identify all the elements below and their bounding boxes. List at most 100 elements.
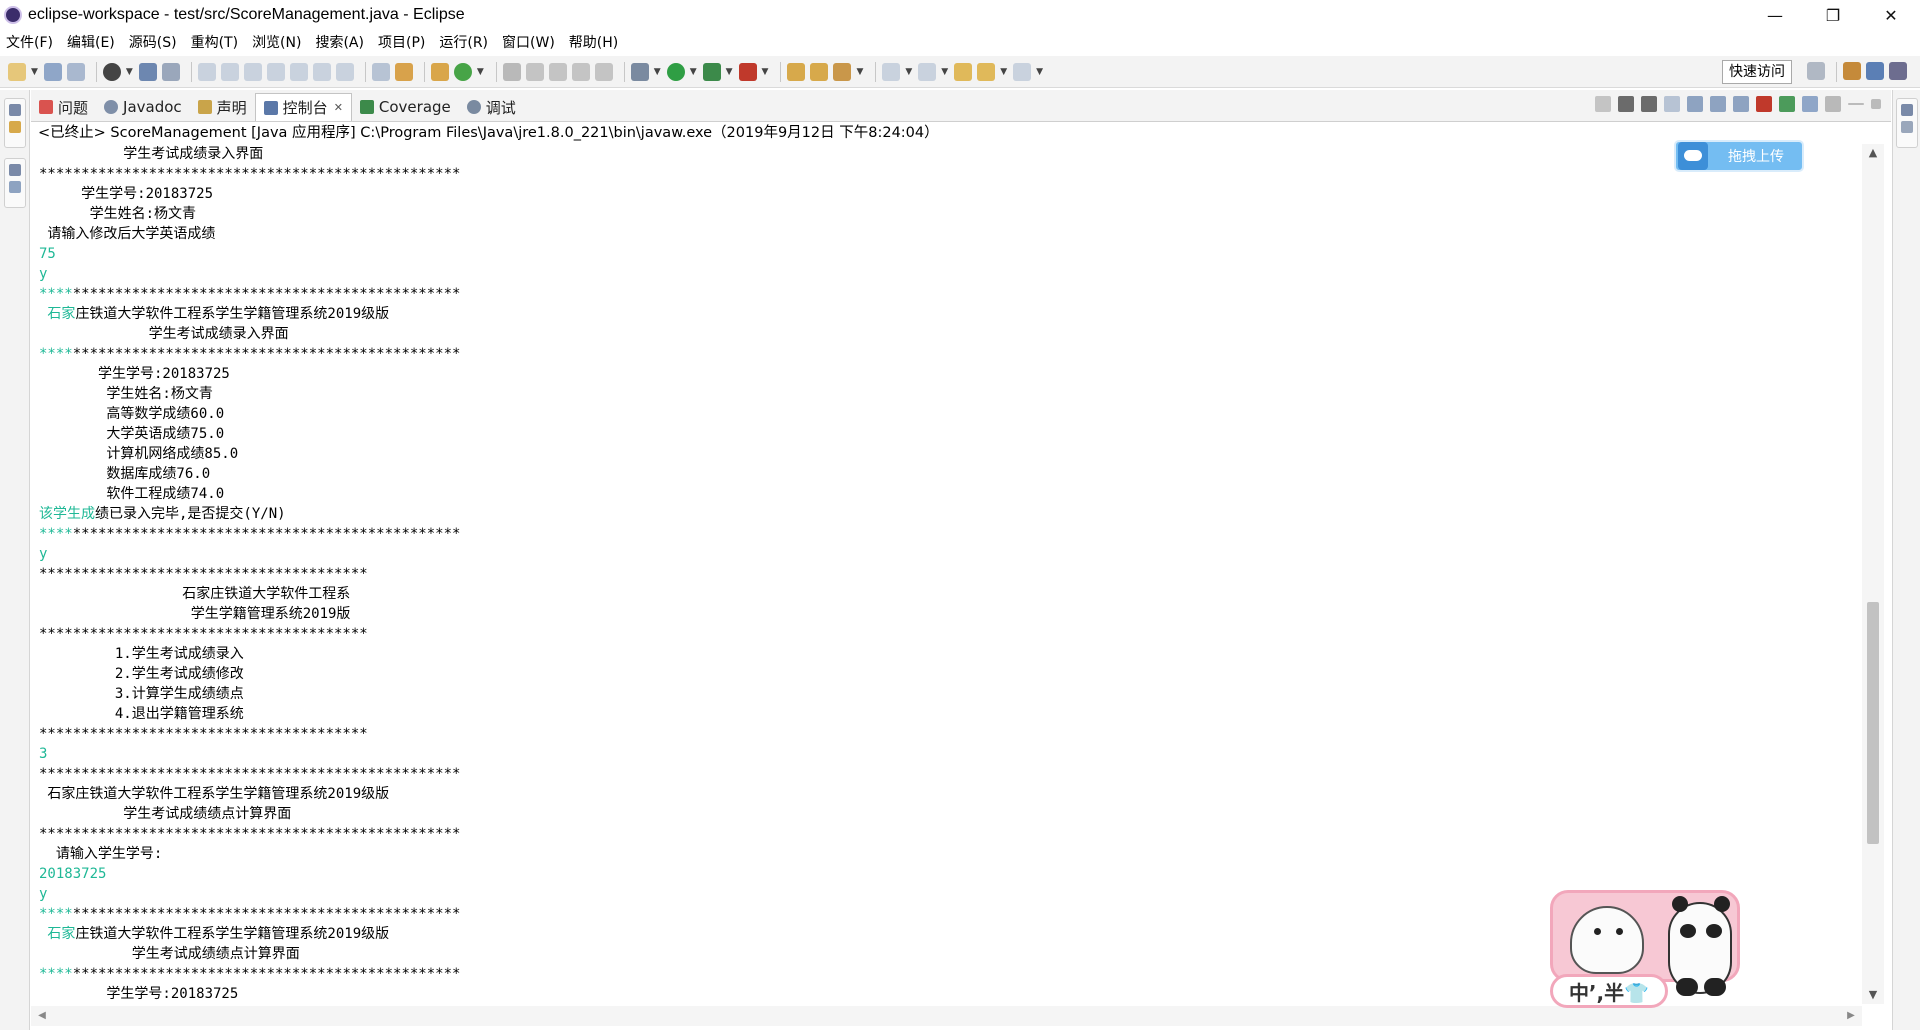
scroll-thumb[interactable] xyxy=(1867,602,1879,844)
menu-window[interactable]: 窗口(W) xyxy=(502,32,555,52)
menu-help[interactable]: 帮助(H) xyxy=(569,32,618,52)
external-tools-icon[interactable] xyxy=(738,62,757,81)
back-icon[interactable] xyxy=(977,62,996,81)
tab-coverage[interactable]: Coverage xyxy=(352,93,459,121)
tab-console[interactable]: 控制台 ✕ xyxy=(254,93,352,121)
scroll-right-icon[interactable]: ▶ xyxy=(1842,1006,1860,1026)
open-console-icon[interactable] xyxy=(1825,96,1841,112)
open-perspective-icon[interactable] xyxy=(1807,62,1825,80)
restore-icon[interactable] xyxy=(1901,104,1913,116)
step-over-icon[interactable] xyxy=(312,62,331,81)
minimized-stack[interactable] xyxy=(1896,98,1918,148)
step-return-icon[interactable] xyxy=(335,62,354,81)
drop-to-frame-icon[interactable] xyxy=(371,62,390,81)
terminate-icon[interactable] xyxy=(1595,96,1611,112)
use-step-filters-icon[interactable] xyxy=(394,62,413,81)
tab-declaration[interactable]: 声明 xyxy=(190,93,255,121)
outline-icon[interactable] xyxy=(9,181,21,193)
step-into-icon[interactable] xyxy=(289,62,308,81)
debug-dropdown-icon[interactable]: ▼ xyxy=(654,67,661,77)
tab-problems[interactable]: 问题 xyxy=(31,93,96,121)
new-java-package-icon[interactable] xyxy=(430,62,449,81)
previous-annotation-dropdown-icon[interactable]: ▼ xyxy=(941,67,948,77)
task-list-icon[interactable] xyxy=(1901,121,1913,133)
terminal-icon[interactable] xyxy=(138,62,157,81)
profile-icon[interactable] xyxy=(102,62,121,81)
menu-project[interactable]: 项目(P) xyxy=(378,32,425,52)
close-button[interactable]: ✕ xyxy=(1862,0,1920,30)
next-annotation-dropdown-icon[interactable]: ▼ xyxy=(905,67,912,77)
menu-refactor[interactable]: 重构(T) xyxy=(191,32,238,52)
scroll-lock-icon[interactable] xyxy=(1687,96,1703,112)
back-dropdown-icon[interactable]: ▼ xyxy=(1000,67,1007,77)
forward-icon[interactable] xyxy=(1013,62,1032,81)
debug-bug-icon[interactable] xyxy=(630,62,649,81)
ime-mode-indicator[interactable]: 中’,半👕 xyxy=(1550,974,1668,1008)
show-on-stderr-icon[interactable] xyxy=(1756,96,1772,112)
block-selection-icon[interactable] xyxy=(525,62,544,81)
run-icon[interactable] xyxy=(666,62,685,81)
search-pencil-icon[interactable] xyxy=(833,62,852,81)
toggle-mark-occurrences-icon[interactable] xyxy=(502,62,521,81)
scroll-down-icon[interactable]: ▼ xyxy=(1862,986,1884,1004)
minimized-stack[interactable] xyxy=(4,158,26,208)
restore-button[interactable]: ❐ xyxy=(1804,0,1862,30)
java-ee-perspective-icon[interactable] xyxy=(1843,62,1861,80)
console-output[interactable]: 学生考试成绩录入界面 ******************************… xyxy=(31,144,1861,1004)
skip-breakpoints-icon[interactable] xyxy=(161,62,180,81)
display-selected-console-icon[interactable] xyxy=(1802,96,1818,112)
save-all-icon[interactable] xyxy=(66,62,85,81)
debug-perspective-icon[interactable] xyxy=(1889,62,1907,80)
suspend-icon[interactable] xyxy=(220,62,239,81)
show-whitespace-icon[interactable] xyxy=(594,62,613,81)
menu-source[interactable]: 源码(S) xyxy=(129,32,177,52)
coverage-run-icon[interactable] xyxy=(702,62,721,81)
profile-dropdown-icon[interactable]: ▼ xyxy=(126,67,133,77)
clear-console-icon[interactable] xyxy=(1664,96,1680,112)
open-type-icon[interactable] xyxy=(787,62,806,81)
menu-run[interactable]: 运行(R) xyxy=(439,32,488,52)
drag-upload-widget[interactable]: 拖拽上传 xyxy=(1674,140,1804,172)
close-icon[interactable]: ✕ xyxy=(334,101,343,114)
menu-file[interactable]: 文件(F) xyxy=(6,32,53,52)
minimize-view-icon[interactable] xyxy=(1848,103,1864,105)
restore-icon[interactable] xyxy=(9,164,21,176)
tab-debug[interactable]: 调试 xyxy=(459,93,524,121)
show-on-stdout-icon[interactable] xyxy=(1733,96,1749,112)
new-java-class-icon[interactable] xyxy=(453,62,472,81)
forward-dropdown-icon[interactable]: ▼ xyxy=(1036,67,1043,77)
scroll-left-icon[interactable]: ◀ xyxy=(33,1006,51,1026)
whitespace-icon[interactable] xyxy=(548,62,567,81)
search-dropdown-icon[interactable]: ▼ xyxy=(856,67,863,77)
resume-icon[interactable] xyxy=(197,62,216,81)
vertical-scrollbar[interactable]: ▲ ▼ xyxy=(1862,144,1884,1004)
pin-console-icon[interactable] xyxy=(1779,96,1795,112)
maximize-view-icon[interactable] xyxy=(1871,99,1881,109)
next-annotation-icon[interactable] xyxy=(882,62,901,81)
save-icon[interactable] xyxy=(43,62,62,81)
remove-launch-icon[interactable] xyxy=(1618,96,1634,112)
minimized-stack[interactable] xyxy=(4,98,26,148)
restore-icon[interactable] xyxy=(9,104,21,116)
terminate-icon[interactable] xyxy=(243,62,262,81)
java-perspective-icon[interactable] xyxy=(1866,62,1884,80)
last-edit-location-icon[interactable] xyxy=(954,62,973,81)
new-icon[interactable] xyxy=(8,62,26,81)
ime-status-widget[interactable]: 中’,半👕 xyxy=(1548,886,1744,1010)
menu-edit[interactable]: 编辑(E) xyxy=(67,32,115,52)
new-dropdown-icon[interactable]: ▼ xyxy=(31,67,38,77)
remove-all-terminated-icon[interactable] xyxy=(1641,96,1657,112)
word-wrap-icon[interactable] xyxy=(571,62,590,81)
quick-access-input[interactable]: 快速访问 xyxy=(1722,60,1792,84)
previous-annotation-icon[interactable] xyxy=(918,62,937,81)
disconnect-icon[interactable] xyxy=(266,62,285,81)
run-dropdown-icon[interactable]: ▼ xyxy=(690,67,697,77)
tab-javadoc[interactable]: Javadoc xyxy=(96,93,190,121)
minimize-button[interactable]: — xyxy=(1746,0,1804,30)
word-wrap-icon[interactable] xyxy=(1710,96,1726,112)
package-explorer-icon[interactable] xyxy=(9,121,21,133)
coverage-dropdown-icon[interactable]: ▼ xyxy=(726,67,733,77)
menu-navigate[interactable]: 浏览(N) xyxy=(252,32,301,52)
scroll-up-icon[interactable]: ▲ xyxy=(1862,144,1884,162)
external-tools-dropdown-icon[interactable]: ▼ xyxy=(762,67,769,77)
